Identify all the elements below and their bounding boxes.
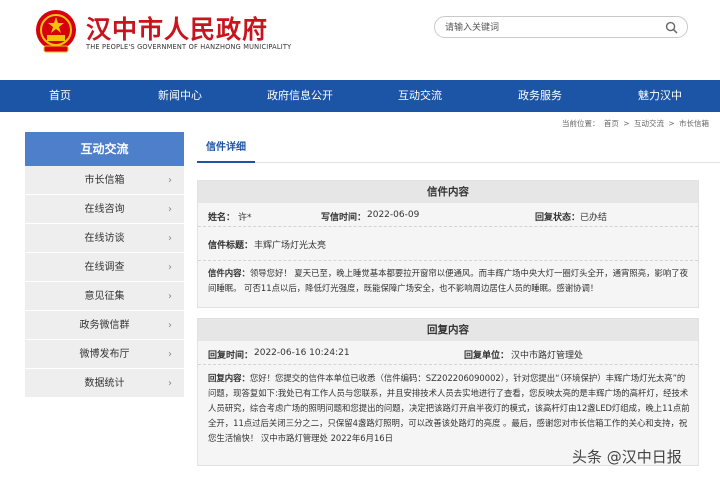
sidebar-item-label: 在线访谈 xyxy=(84,233,125,244)
sidebar-item-wechat-groups[interactable]: 政务微信群 › xyxy=(25,311,184,340)
sidebar-item-label: 在线咨询 xyxy=(84,204,125,215)
chevron-right-icon: › xyxy=(168,320,172,331)
breadcrumb-prefix: 当前位置： xyxy=(562,119,600,128)
reply-unit-value: 汉中市路灯管理处 xyxy=(511,351,584,361)
breadcrumb-interaction[interactable]: 互动交流 xyxy=(634,119,664,128)
sidebar-item-label: 政务微信群 xyxy=(79,320,130,331)
reply-content-value: 您好！您提交的信件本单位已收悉（信件编码：SZ202206090002），针对您… xyxy=(208,373,690,443)
sidebar-item-label: 意见征集 xyxy=(84,291,125,302)
tab-letter-detail[interactable]: 信件详细 xyxy=(197,135,255,163)
letter-heading: 信件内容 xyxy=(198,181,698,203)
nav-item-gov-info[interactable]: 政府信息公开 xyxy=(240,80,360,112)
reply-panel: 回复内容 回复时间： 2022-06-16 10:24:21 回复单位： 汉中市… xyxy=(197,318,699,466)
sidebar-item-label: 在线调查 xyxy=(84,262,125,273)
subject-label: 信件标题： xyxy=(208,241,254,251)
site-title: 汉中市人民政府 xyxy=(86,15,269,44)
chevron-right-icon: › xyxy=(168,349,172,360)
reply-content-label: 回复内容： xyxy=(208,373,250,383)
site-header: 汉中市人民政府 THE PEOPLE'S GOVERNMENT OF HANZH… xyxy=(0,0,720,80)
site-subtitle: THE PEOPLE'S GOVERNMENT OF HANZHONG MUNI… xyxy=(86,43,292,51)
content-label: 信件内容： xyxy=(208,268,250,278)
chevron-right-icon: › xyxy=(168,175,172,186)
name-label: 姓名： xyxy=(208,213,236,223)
letter-content-row: 信件内容：领导您好！ 夏天已至，晚上睡觉基本都要拉开窗帘以便通风。而丰辉广场中央… xyxy=(198,261,698,305)
sidebar-item-opinion-collection[interactable]: 意见征集 › xyxy=(25,282,184,311)
name-value: 许* xyxy=(238,213,252,223)
letter-subject-row: 信件标题： 丰辉广场灯光太亮 xyxy=(198,227,698,261)
reply-meta-row: 回复时间： 2022-06-16 10:24:21 回复单位： 汉中市路灯管理处 xyxy=(198,341,698,365)
reply-time-value: 2022-06-16 10:24:21 xyxy=(254,348,350,358)
sidebar-item-weibo-hall[interactable]: 微博发布厅 › xyxy=(25,340,184,369)
letter-meta-row: 姓名： 许* 写信时间： 2022-06-09 回复状态： 已办结 xyxy=(198,203,698,227)
sidebar-item-mayor-mailbox[interactable]: 市长信箱 › xyxy=(25,166,184,195)
chevron-right-icon: › xyxy=(168,378,172,389)
search-icon[interactable] xyxy=(665,21,678,34)
nav-item-services[interactable]: 政务服务 xyxy=(480,80,600,112)
watermark: 头条 @汉中日报 xyxy=(572,448,682,466)
chevron-right-icon: › xyxy=(168,233,172,244)
breadcrumb-separator: > xyxy=(623,119,630,128)
sidebar-item-online-survey[interactable]: 在线调查 › xyxy=(25,253,184,282)
sidebar-item-label: 市长信箱 xyxy=(84,175,125,186)
national-emblem-icon xyxy=(36,10,76,53)
nav-item-charm[interactable]: 魅力汉中 xyxy=(600,80,720,112)
subject-value: 丰辉广场灯光太亮 xyxy=(254,241,327,251)
main-nav: 首页 新闻中心 政府信息公开 互动交流 政务服务 魅力汉中 xyxy=(0,80,720,112)
reply-unit-label: 回复单位： xyxy=(464,351,510,361)
breadcrumb: 当前位置： 首页 > 互动交流 > 市长信箱 xyxy=(562,118,711,129)
nav-item-home[interactable]: 首页 xyxy=(0,80,120,112)
breadcrumb-separator: > xyxy=(668,119,675,128)
nav-item-news[interactable]: 新闻中心 xyxy=(120,80,240,112)
search-input[interactable] xyxy=(445,20,655,35)
chevron-right-icon: › xyxy=(168,291,172,302)
sidebar-item-label: 数据统计 xyxy=(84,378,125,389)
breadcrumb-home[interactable]: 首页 xyxy=(604,119,619,128)
sidebar-item-label: 微博发布厅 xyxy=(79,349,130,360)
chevron-right-icon: › xyxy=(168,204,172,215)
letter-panel: 信件内容 姓名： 许* 写信时间： 2022-06-09 回复状态： 已办结 信… xyxy=(197,180,699,308)
reply-time-label: 回复时间： xyxy=(208,351,254,361)
sidebar-title: 互动交流 xyxy=(25,132,184,166)
breadcrumb-mayor-mailbox[interactable]: 市长信箱 xyxy=(679,119,709,128)
nav-item-interaction[interactable]: 互动交流 xyxy=(360,80,480,112)
status-value: 已办结 xyxy=(580,213,608,223)
reply-heading: 回复内容 xyxy=(198,319,698,341)
search-box[interactable] xyxy=(434,16,688,38)
sidebar: 互动交流 市长信箱 › 在线咨询 › 在线访谈 › 在线调查 › 意见征集 › … xyxy=(25,132,184,398)
chevron-right-icon: › xyxy=(168,262,172,273)
date-value: 2022-06-09 xyxy=(367,210,420,220)
sidebar-item-online-interview[interactable]: 在线访谈 › xyxy=(25,224,184,253)
reply-content: 回复内容：您好！您提交的信件本单位已收悉（信件编码：SZ202206090002… xyxy=(208,371,690,446)
date-label: 写信时间： xyxy=(321,213,367,223)
status-label: 回复状态： xyxy=(535,213,581,223)
letter-content: 信件内容：领导您好！ 夏天已至，晚上睡觉基本都要拉开窗帘以便通风。而丰辉广场中央… xyxy=(208,266,690,296)
tab-bar: 信件详细 xyxy=(197,135,720,163)
sidebar-item-statistics[interactable]: 数据统计 › xyxy=(25,369,184,398)
sidebar-item-online-consult[interactable]: 在线咨询 › xyxy=(25,195,184,224)
content-value: 领导您好！ 夏天已至，晚上睡觉基本都要拉开窗帘以便通风。而丰辉广场中央大灯一圈灯… xyxy=(208,268,689,293)
